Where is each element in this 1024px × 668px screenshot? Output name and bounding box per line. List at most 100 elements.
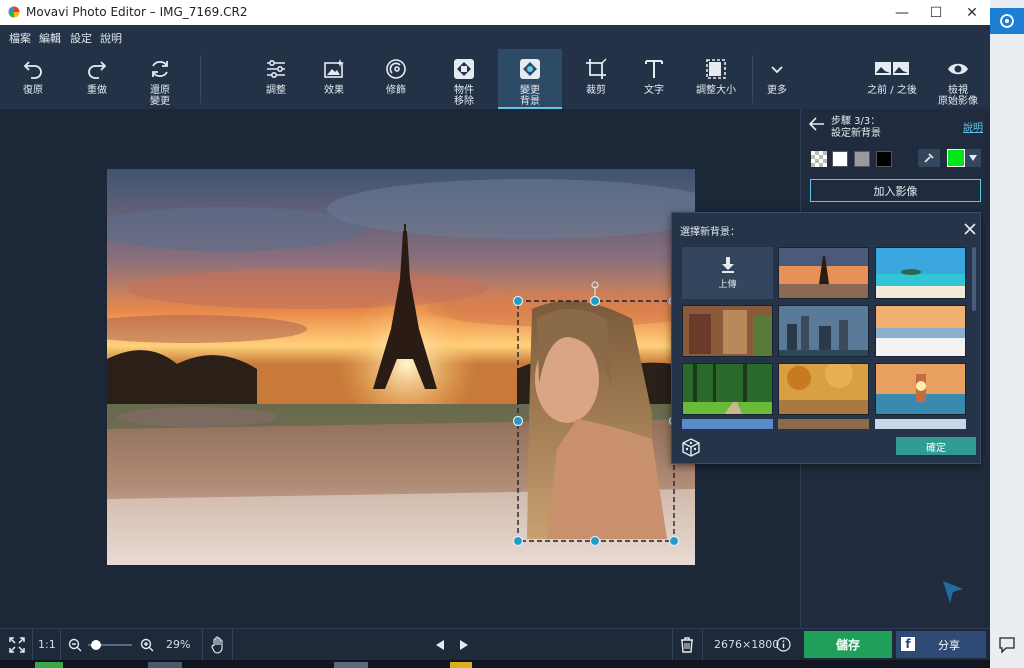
taskbar-app[interactable] bbox=[148, 662, 182, 668]
undo-button[interactable]: 復原 bbox=[8, 49, 58, 109]
resize-button[interactable]: 調整大小 bbox=[688, 49, 744, 109]
confirm-button[interactable]: 確定 bbox=[896, 437, 976, 455]
resize-icon bbox=[706, 59, 726, 79]
info-icon[interactable] bbox=[776, 637, 791, 652]
object-removal-button[interactable]: 物件 移除 bbox=[438, 49, 490, 109]
object-removal-icon bbox=[454, 59, 474, 79]
divider bbox=[32, 629, 33, 661]
retouch-button[interactable]: 修飾 bbox=[370, 49, 422, 109]
share-button[interactable]: f 分享 bbox=[896, 631, 986, 658]
actual-size-button[interactable]: 1:1 bbox=[38, 638, 56, 651]
background-thumbnail-forest[interactable] bbox=[682, 363, 773, 415]
toolbar: 復原 重做 還原 變更 調整 效果 修飾 物件 移除 變更 背景 裁剪 文字 調… bbox=[0, 49, 990, 109]
crop-button[interactable]: 裁剪 bbox=[570, 49, 622, 109]
maximize-icon: ☐ bbox=[929, 4, 943, 21]
notification-icon[interactable] bbox=[998, 636, 1016, 654]
text-label: 文字 bbox=[644, 85, 664, 96]
trash-icon[interactable] bbox=[680, 637, 694, 653]
menu-edit[interactable]: 編輯 bbox=[39, 30, 61, 46]
background-thumbnail-street[interactable] bbox=[682, 305, 773, 357]
old-street-image bbox=[683, 306, 772, 356]
taskbar-app[interactable] bbox=[35, 662, 63, 668]
redo-button[interactable]: 重做 bbox=[72, 49, 122, 109]
adjust-button[interactable]: 調整 bbox=[250, 49, 302, 109]
movavi-logo-icon bbox=[8, 6, 20, 18]
zoom-slider[interactable] bbox=[88, 640, 132, 650]
windows-side-strip bbox=[990, 0, 1024, 668]
background-thumbnail-snow-beach[interactable] bbox=[875, 305, 966, 357]
eyedropper-button[interactable] bbox=[918, 149, 940, 167]
upload-button[interactable]: 上傳 bbox=[682, 247, 773, 299]
previous-image-icon[interactable] bbox=[434, 639, 446, 651]
background-thumbnail-partial[interactable] bbox=[682, 419, 773, 429]
before-after-button[interactable]: 之前 / 之後 bbox=[858, 49, 926, 109]
background-thumbnail-partial[interactable] bbox=[778, 419, 869, 429]
white-swatch[interactable] bbox=[832, 151, 848, 167]
add-image-button[interactable]: 加入影像 bbox=[810, 179, 981, 202]
text-button[interactable]: 文字 bbox=[628, 49, 680, 109]
background-thumbnail-paris[interactable] bbox=[778, 247, 869, 299]
random-dice-icon[interactable] bbox=[680, 437, 702, 457]
close-popup-icon[interactable] bbox=[964, 223, 976, 235]
reset-changes-button[interactable]: 還原 變更 bbox=[135, 49, 185, 109]
reset-icon bbox=[152, 60, 168, 78]
background-thumbnail-autumn[interactable] bbox=[778, 363, 869, 415]
hand-pan-icon[interactable] bbox=[210, 636, 226, 654]
minimize-icon: — bbox=[895, 4, 909, 21]
divider bbox=[202, 629, 203, 661]
lighthouse-sunset-image bbox=[876, 364, 965, 414]
resize-label: 調整大小 bbox=[696, 85, 736, 96]
transparent-swatch[interactable] bbox=[811, 151, 827, 167]
menu-help[interactable]: 說明 bbox=[100, 30, 122, 46]
black-swatch[interactable] bbox=[876, 151, 892, 167]
effects-icon bbox=[324, 59, 344, 78]
background-thumbnail-beach[interactable] bbox=[875, 247, 966, 299]
color-dropdown-button[interactable] bbox=[965, 149, 981, 167]
eye-icon bbox=[948, 63, 968, 75]
cloud-app-button[interactable] bbox=[990, 8, 1024, 34]
view-original-button[interactable]: 檢視 原始影像 bbox=[930, 49, 986, 109]
save-button[interactable]: 儲存 bbox=[804, 631, 892, 658]
thumbnail-scrollbar[interactable] bbox=[972, 247, 976, 311]
confirm-label: 確定 bbox=[926, 442, 946, 454]
object-removal-label: 物件 移除 bbox=[454, 85, 474, 107]
zoom-out-icon[interactable] bbox=[68, 638, 82, 652]
menu-settings[interactable]: 設定 bbox=[70, 30, 92, 46]
toolbar-divider bbox=[752, 55, 753, 103]
background-thumbnail-lighthouse[interactable] bbox=[875, 363, 966, 415]
paris-sunset-image bbox=[779, 248, 868, 298]
taskbar-app[interactable] bbox=[334, 662, 368, 668]
custom-color-swatch[interactable] bbox=[947, 149, 965, 167]
pointer-watermark-icon bbox=[943, 581, 963, 603]
background-thumbnail-city[interactable] bbox=[778, 305, 869, 357]
divider bbox=[232, 629, 233, 661]
background-thumbnail-partial[interactable] bbox=[875, 419, 966, 429]
share-label: 分享 bbox=[938, 639, 960, 652]
redo-label: 重做 bbox=[87, 85, 107, 96]
next-image-icon[interactable] bbox=[458, 639, 470, 651]
autumn-trees-image bbox=[779, 364, 868, 414]
zoom-in-icon[interactable] bbox=[140, 638, 154, 652]
taskbar-strip bbox=[0, 660, 990, 668]
reset-label: 還原 變更 bbox=[150, 85, 170, 107]
upload-icon bbox=[721, 256, 734, 273]
popup-title: 選擇新背景： bbox=[680, 227, 740, 238]
effects-button[interactable]: 效果 bbox=[308, 49, 360, 109]
menu-file[interactable]: 檔案 bbox=[9, 30, 31, 46]
image-dimensions: 2676×1800 bbox=[714, 638, 780, 651]
view-original-label: 檢視 原始影像 bbox=[938, 85, 978, 107]
taskbar-app[interactable] bbox=[450, 662, 472, 668]
city-skyline-image bbox=[779, 306, 868, 356]
tropical-beach-image bbox=[876, 248, 965, 298]
back-arrow-icon[interactable] bbox=[809, 117, 825, 131]
more-button[interactable]: 更多 bbox=[755, 49, 799, 109]
gray-swatch[interactable] bbox=[854, 151, 870, 167]
close-window-button[interactable]: ✕ bbox=[950, 0, 994, 25]
change-background-button[interactable]: 變更 背景 bbox=[498, 49, 562, 109]
zoom-slider-thumb[interactable] bbox=[91, 640, 102, 650]
divider bbox=[702, 629, 703, 661]
window-title: Movavi Photo Editor – IMG_7169.CR2 bbox=[26, 5, 248, 19]
fit-screen-icon[interactable] bbox=[9, 637, 25, 653]
selection-frame[interactable] bbox=[510, 280, 685, 550]
help-link[interactable]: 說明 bbox=[963, 119, 983, 134]
